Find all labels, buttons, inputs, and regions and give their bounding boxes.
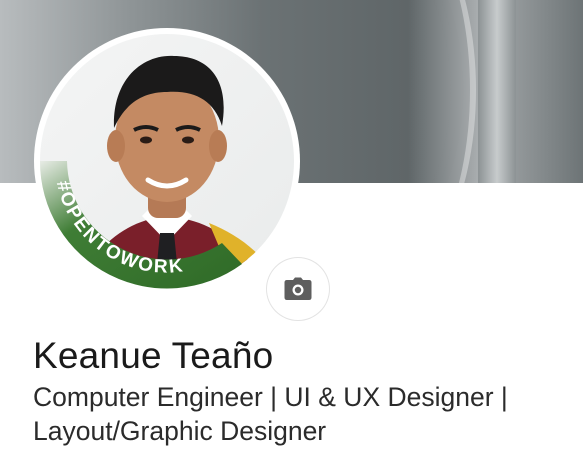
avatar-frame: #OPENTOWORK	[34, 28, 300, 294]
camera-icon	[284, 277, 312, 300]
avatar-image: #OPENTOWORK	[39, 34, 294, 289]
profile-photo[interactable]: #OPENTOWORK	[34, 28, 329, 320]
profile-headline: Computer Engineer | UI & UX Designer | L…	[33, 382, 508, 446]
profile-name: Keanue Teaño	[33, 335, 274, 376]
cover-decoration	[478, 0, 516, 183]
change-photo-button[interactable]	[267, 258, 329, 320]
